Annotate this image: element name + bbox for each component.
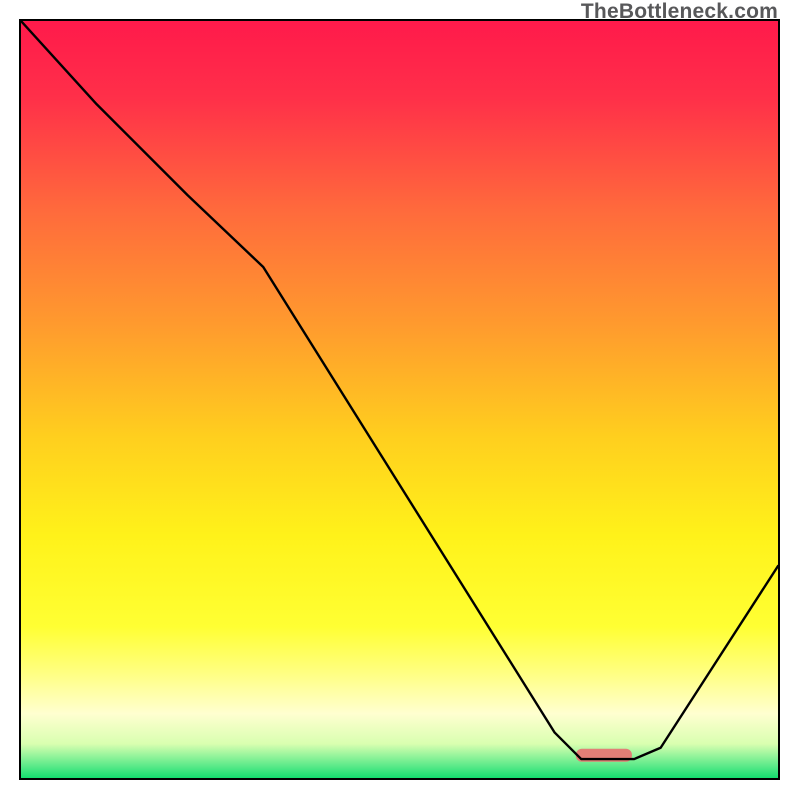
gradient-background [21,21,778,778]
bottleneck-chart [21,21,778,778]
chart-frame [19,19,780,780]
